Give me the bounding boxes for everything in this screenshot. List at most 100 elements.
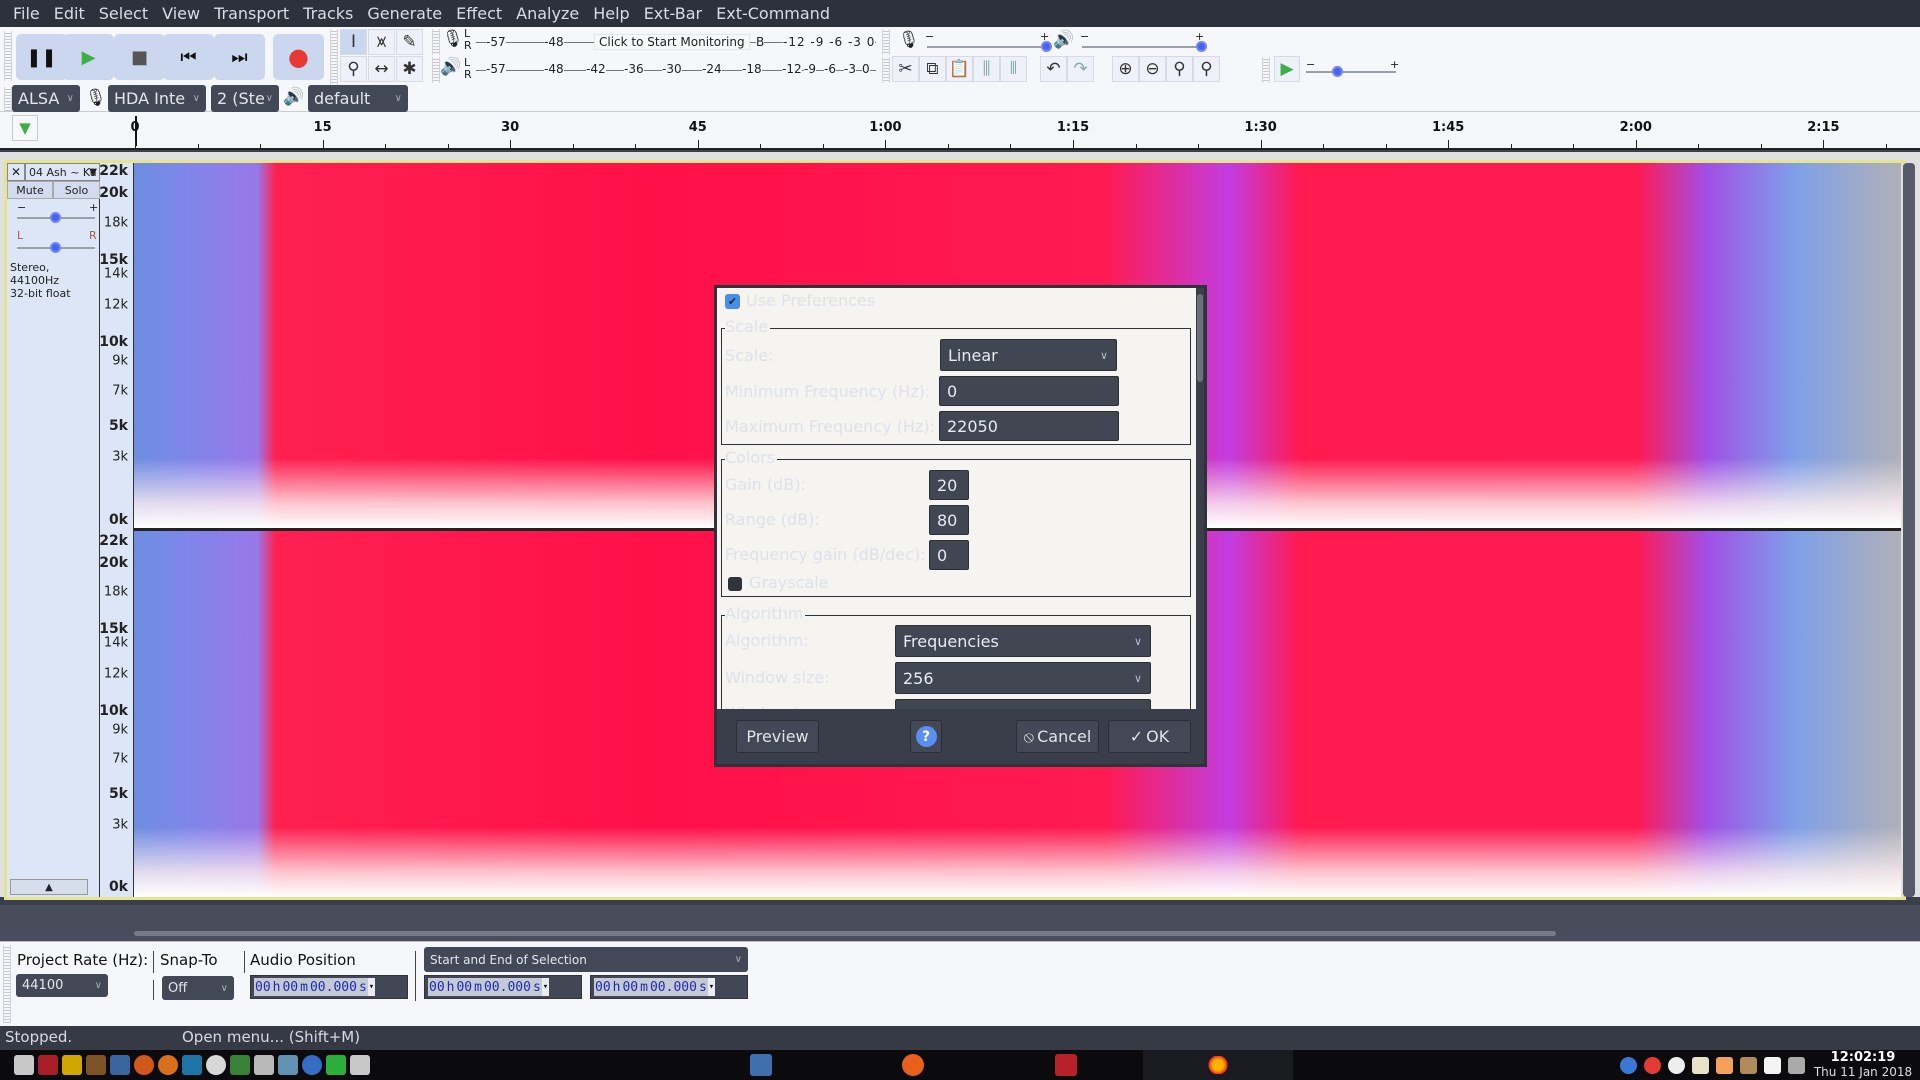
gain-knob[interactable] — [50, 212, 61, 223]
copy-button[interactable]: ⧉ — [919, 56, 946, 82]
min-frequency-input[interactable]: 0 — [939, 376, 1119, 406]
record-volume-knob[interactable] — [1041, 41, 1052, 52]
recording-channels-select[interactable]: 2 (Ste ∨ — [211, 85, 279, 112]
time-format-dropdown[interactable]: ▾ — [367, 978, 376, 996]
taskbar-window-audacity[interactable] — [1143, 1050, 1293, 1080]
range-input[interactable]: 80 — [929, 505, 969, 535]
clock-time[interactable]: 12:02:19 — [1808, 1050, 1918, 1065]
menu-analyze[interactable]: Analyze — [509, 0, 586, 27]
mixer-grip[interactable] — [882, 29, 890, 55]
transport-toolbar-grip[interactable] — [4, 31, 12, 81]
timeshift-tool[interactable]: ↔ — [368, 56, 395, 82]
play-meter-grip[interactable] — [432, 57, 440, 83]
skip-end-button[interactable]: ⏭ — [214, 34, 265, 80]
selection-start-field[interactable]: 00 h 00 m 00.000 s ▾ — [424, 975, 582, 999]
firefox-dev-launcher-icon[interactable] — [158, 1055, 178, 1075]
preview-button[interactable]: Preview — [736, 720, 819, 753]
hammer-launcher-icon[interactable] — [86, 1055, 106, 1075]
audio-position-field[interactable]: 00 h 00 m 00.000 s ▾ — [250, 975, 408, 999]
start-monitoring-prompt[interactable]: Click to Start Monitoring — [594, 34, 750, 50]
selection-mode-select[interactable]: Start and End of Selection ∨ — [424, 947, 748, 972]
bowl-tray-icon[interactable] — [1692, 1057, 1709, 1074]
frequency-gain-input[interactable]: 0 — [929, 540, 969, 570]
zoom-tool[interactable]: ⚲ — [340, 56, 367, 82]
clipboard-tray-icon[interactable] — [1740, 1057, 1757, 1074]
snap-to-select[interactable]: Off ∨ — [162, 976, 234, 1000]
menu-help[interactable]: Help — [586, 0, 636, 27]
vertical-scrollbar[interactable] — [1903, 163, 1915, 897]
pause-button[interactable]: ❚❚ — [16, 34, 67, 80]
dialog-scrollbar-thumb[interactable] — [1197, 294, 1203, 382]
show-desktop-launcher-icon[interactable] — [14, 1055, 34, 1075]
redo-button[interactable]: ↷ — [1067, 56, 1094, 82]
network-tray-icon[interactable] — [1788, 1057, 1805, 1074]
selection-end-field[interactable]: 00 h 00 m 00.000 s ▾ — [590, 975, 748, 999]
skip-start-button[interactable]: ⏮ — [163, 34, 214, 80]
audio-host-select[interactable]: ALSA ∨ — [12, 85, 80, 112]
a-app-launcher-icon[interactable] — [206, 1055, 226, 1075]
a-app-tray-icon[interactable] — [1668, 1057, 1685, 1074]
horizontal-scrollbar[interactable] — [134, 931, 1556, 936]
timeline-ruler[interactable]: ▼ 0 15 30 45 1:00 1:15 1:30 1:45 2:00 2:15 — [0, 112, 1920, 150]
skull-launcher-icon[interactable] — [254, 1055, 274, 1075]
firefox-launcher-icon[interactable] — [134, 1055, 154, 1075]
menu-tracks[interactable]: Tracks — [296, 0, 360, 27]
playback-device-select[interactable]: default ∨ — [308, 85, 408, 112]
menu-select[interactable]: Select — [92, 0, 155, 27]
scale-select[interactable]: Linear ∨ — [940, 339, 1117, 371]
alarm-tray-icon[interactable] — [1644, 1057, 1661, 1074]
playback-volume-slider[interactable] — [1082, 46, 1202, 48]
record-volume-slider[interactable] — [927, 46, 1047, 48]
zoom-in-button[interactable]: ⊕ — [1112, 56, 1139, 82]
trim-audio-button[interactable]: ⫼ — [973, 56, 1000, 82]
menu-ext-bar[interactable]: Ext-Bar — [637, 0, 709, 27]
taskbar-window-file-manager[interactable] — [750, 1054, 772, 1076]
teapot-launcher-icon[interactable] — [62, 1055, 82, 1075]
silence-audio-button[interactable]: ⫴ — [1000, 56, 1027, 82]
help-button[interactable]: ? — [910, 720, 942, 753]
fit-selection-button[interactable]: ⚲ — [1166, 56, 1193, 82]
cut-button[interactable]: ✂ — [892, 56, 919, 82]
envelope-tool[interactable]: ⩙ — [368, 29, 395, 55]
solo-button[interactable]: Solo — [53, 181, 100, 199]
terminal-launcher-icon[interactable] — [230, 1055, 250, 1075]
undo-button[interactable]: ↶ — [1040, 56, 1067, 82]
project-rate-select[interactable]: 44100 ∨ — [16, 974, 108, 997]
menu-effect[interactable]: Effect — [449, 0, 509, 27]
gain-input[interactable]: 20 — [929, 470, 969, 500]
time-format-dropdown[interactable]: ▾ — [541, 978, 550, 996]
recording-device-select[interactable]: HDA Inte ∨ — [108, 85, 206, 112]
selection-tool[interactable]: I — [340, 29, 367, 55]
system-monitor-launcher-icon[interactable] — [38, 1055, 58, 1075]
track-menu-button[interactable]: 04 Ash ~ Ku ▼ — [25, 163, 100, 181]
play-at-speed-grip[interactable] — [1262, 57, 1270, 83]
cancel-button[interactable]: ⦸ Cancel — [1016, 720, 1099, 753]
paste-button[interactable]: 📋 — [946, 56, 973, 82]
draw-tool[interactable]: ✎ — [396, 29, 423, 55]
tools-toolbar-grip[interactable] — [330, 29, 338, 85]
stop-button[interactable]: ■ — [114, 34, 165, 80]
pan-knob[interactable] — [50, 242, 61, 253]
menu-view[interactable]: View — [155, 0, 207, 27]
menu-transport[interactable]: Transport — [207, 0, 296, 27]
fit-project-button[interactable]: ⚲ — [1193, 56, 1220, 82]
dialog-scrollbar-track[interactable] — [1196, 288, 1204, 712]
selection-toolbar-grip[interactable] — [3, 945, 11, 1023]
close-track-icon[interactable]: ✕ — [7, 163, 25, 181]
record-meter[interactable]: -57 -48 Click to Start Monitoring B -12 … — [476, 30, 876, 54]
multi-tool[interactable]: ✱ — [396, 56, 423, 82]
file-manager-launcher-icon[interactable] — [110, 1055, 130, 1075]
record-button[interactable]: ● — [273, 34, 324, 80]
mango-tray-icon[interactable] — [1716, 1057, 1733, 1074]
menu-file[interactable]: File — [6, 0, 47, 27]
play-button[interactable]: ▶ — [63, 34, 114, 80]
playback-meter[interactable]: -57 -48 -42 -36 -30 -24 -18 -12 -9 -6 -3 0 — [476, 58, 876, 82]
mute-button[interactable]: Mute — [7, 181, 53, 199]
timeline-options-icon[interactable]: ▼ — [12, 115, 38, 141]
collapse-track-button[interactable]: ▲ — [10, 879, 88, 895]
record-meter-grip[interactable] — [432, 29, 440, 55]
ok-button[interactable]: ✓ OK — [1108, 720, 1191, 753]
menu-ext-command[interactable]: Ext-Command — [709, 0, 837, 27]
window-size-select[interactable]: 256 ∨ — [895, 662, 1151, 694]
play-at-speed-button[interactable]: ▶ — [1274, 56, 1300, 82]
